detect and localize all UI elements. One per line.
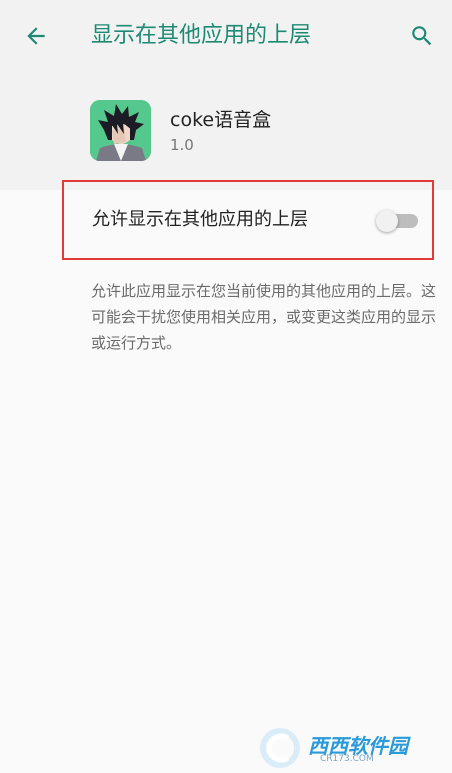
screen: 显示在其他应用的上层 coke语音盒 1.0 允许显示在其他应用的上层 允许此应…: [0, 0, 452, 773]
permission-description: 允许此应用显示在您当前使用的其他应用的上层。这可能会干扰您使用相关应用，或变更这…: [91, 282, 437, 352]
app-name: coke语音盒: [170, 109, 272, 131]
app-avatar-icon: [90, 100, 151, 161]
app-version: 1.0: [170, 136, 194, 154]
watermark-logo-icon: [260, 728, 300, 768]
site-watermark: 西西软件园 CR173.COM: [258, 726, 448, 770]
allow-overlay-toggle[interactable]: [376, 210, 418, 232]
search-icon: [412, 26, 432, 46]
toggle-thumb: [376, 210, 398, 232]
allow-overlay-label: 允许显示在其他应用的上层: [92, 209, 308, 230]
search-button[interactable]: [404, 18, 440, 54]
app-icon: [90, 100, 151, 161]
app-header: 显示在其他应用的上层 coke语音盒 1.0: [0, 0, 452, 190]
back-button[interactable]: [18, 18, 54, 54]
arrow-left-icon: [27, 27, 45, 45]
allow-overlay-setting-row[interactable]: 允许显示在其他应用的上层: [62, 180, 434, 260]
page-title: 显示在其他应用的上层: [91, 23, 312, 48]
watermark-sub: CR173.COM: [320, 754, 374, 764]
